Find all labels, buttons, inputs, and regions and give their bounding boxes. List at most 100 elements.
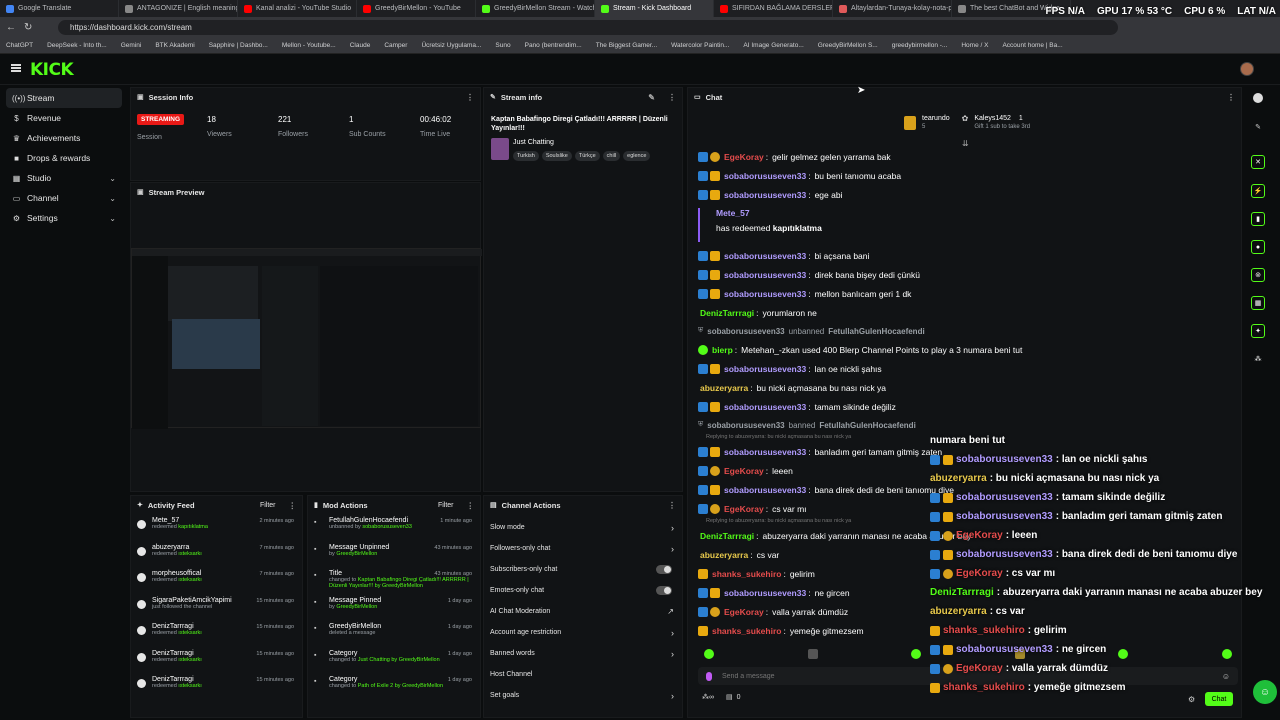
redeem-username[interactable]: Mete_57 — [716, 208, 1238, 218]
browser-tab[interactable]: GreedyBirMellon - YouTube — [357, 0, 476, 17]
activity-item[interactable]: DenizTarrragi redeemed ısteksarkı 15 minut… — [131, 647, 302, 674]
stream-preview-video[interactable] — [131, 248, 482, 429]
calendar-icon[interactable]: ▦ — [1251, 296, 1265, 310]
channel-action-followers-only-chat[interactable]: Followers-only chat › — [484, 538, 682, 559]
channel-action-ai-chat-moderation[interactable]: AI Chat Moderation ↗ — [484, 601, 682, 622]
chat-message[interactable]: sobaborususeven33: tamam sikinde değiliz — [698, 397, 1238, 416]
share-icon[interactable]: ⁂ — [1251, 352, 1265, 366]
chat-username[interactable]: shanks_sukehiro — [712, 569, 781, 579]
chat-message[interactable]: sobaborususeven33: bu beni tanıomu acaba — [698, 166, 1238, 185]
info-icon[interactable] — [1253, 93, 1263, 103]
broadcast-icon[interactable]: ⊚ — [1251, 268, 1265, 282]
external-link-icon[interactable]: ↗ — [667, 607, 674, 616]
sidebar-item-revenue[interactable]: $ Revenue — [6, 108, 122, 128]
chat-message[interactable]: abuzeryarra: bu nicki açmasana bu nası ni… — [698, 378, 1238, 397]
bookmark-item[interactable]: Claude — [350, 42, 371, 49]
chat-username[interactable]: sobaborususeven33 — [724, 588, 806, 598]
emote-icon[interactable] — [911, 649, 922, 659]
mod-username[interactable]: sobaborususeven33 — [707, 421, 784, 430]
stream-tag[interactable]: Turkish — [513, 151, 539, 161]
chat-message[interactable]: sobaborususeven33: mellon banlıcam geri 1… — [698, 284, 1238, 303]
chat-username[interactable]: sobaborususeven33 — [724, 447, 806, 457]
channel-action-emotes-only-chat[interactable]: Emotes-only chat — [484, 580, 682, 601]
mod-username[interactable]: sobaborususeven33 — [707, 327, 784, 336]
user-identity-icon[interactable] — [706, 671, 712, 681]
chat-username[interactable]: shanks_sukehiro — [712, 626, 781, 636]
chat-username[interactable]: sobaborususeven33 — [724, 289, 806, 299]
kick-logo[interactable]: KICK — [30, 60, 74, 80]
channel-action-banned-words[interactable]: Banned words › — [484, 643, 682, 664]
bookmark-item[interactable]: Home / X — [961, 42, 988, 49]
clipboard-icon[interactable]: ▮ — [1251, 212, 1265, 226]
mod-action-item[interactable]: ▪ Message Unpinned by GreedyBirMellon 43 mi… — [308, 541, 480, 568]
browser-tab[interactable]: Google Translate — [0, 0, 119, 17]
chat-username[interactable]: EgeKoray — [724, 152, 764, 162]
lightning-icon[interactable]: ⚡ — [1251, 184, 1265, 198]
kebab-menu-icon[interactable]: ⋮ — [467, 501, 475, 510]
mod-action-item[interactable]: ▪ Message Pinned by GreedyBirMellon 1 day a… — [308, 594, 480, 621]
reload-icon[interactable]: ↻ — [24, 22, 32, 33]
category-thumbnail[interactable] — [491, 138, 509, 160]
channel-action-host-channel[interactable]: Host Channel — [484, 664, 682, 685]
chat-username[interactable]: EgeKoray — [724, 466, 764, 476]
mod-action-item[interactable]: ▪ Category changed to Path of Exile 2 by G… — [308, 673, 480, 700]
chat-message[interactable]: sobaborususeven33: ege abi — [698, 185, 1238, 204]
sidebar-item-drops[interactable]: ■ Drops & rewards — [6, 148, 122, 168]
sidebar-item-stream[interactable]: ((•)) Stream — [6, 88, 122, 108]
chevron-right-icon[interactable]: › — [671, 691, 674, 701]
chevron-right-icon[interactable]: › — [671, 649, 674, 659]
emote-icon[interactable] — [807, 649, 818, 659]
chat-username[interactable]: bierp — [712, 345, 733, 355]
chat-username[interactable]: sobaborususeven33 — [724, 485, 806, 495]
mod-target[interactable]: FetullahGulenHocaefendi — [828, 327, 924, 336]
wrench-icon[interactable]: ✦ — [1251, 324, 1265, 338]
bookmark-item[interactable]: Suno — [495, 42, 510, 49]
activity-item[interactable]: morpheusoffical redeemed ısteksarkı 7 minu… — [131, 567, 302, 594]
address-bar[interactable]: https://dashboard.kick.com/stream — [58, 20, 1118, 35]
chat-username[interactable]: EgeKoray — [724, 504, 764, 514]
browser-tab[interactable]: GreedyBirMellon Stream - Watch — [476, 0, 595, 17]
activity-item[interactable]: DenizTarrragi redeemed ısteksarkı 15 minut… — [131, 673, 302, 700]
chat-username[interactable]: DenizTarrragi — [700, 531, 754, 541]
toggle-switch[interactable] — [656, 565, 672, 574]
bookmark-item[interactable]: The Biggest Gamer... — [596, 42, 657, 49]
expand-icon[interactable]: ✕ — [1251, 155, 1265, 169]
chat-username[interactable]: sobaborususeven33 — [724, 190, 806, 200]
chat-username[interactable]: abuzeryarra — [700, 383, 748, 393]
chat-username[interactable]: sobaborususeven33 — [724, 171, 806, 181]
sidebar-item-settings[interactable]: ⚙ Settings ⌄ — [6, 208, 122, 228]
sidebar-item-achievements[interactable]: ♛ Achievements — [6, 128, 122, 148]
bookmark-item[interactable]: BTK Akademi — [155, 42, 194, 49]
comment-icon[interactable]: ● — [1251, 240, 1265, 254]
filter-button[interactable]: Filter — [260, 502, 276, 509]
bookmark-item[interactable]: greedybirmellon -... — [892, 42, 948, 49]
browser-tab[interactable]: Stream - Kick Dashboard — [595, 0, 714, 17]
chat-username[interactable]: sobaborususeven33 — [724, 402, 806, 412]
stream-tag[interactable]: eglence — [623, 151, 651, 161]
bookmark-item[interactable]: Watercolor Paintin... — [671, 42, 729, 49]
chevron-right-icon[interactable]: › — [671, 628, 674, 638]
chat-message[interactable]: bierp: Metehan_-zkan used 400 Blerp Chann… — [698, 340, 1238, 359]
mod-target[interactable]: FetullahGulenHocaefendi — [819, 421, 915, 430]
activity-item[interactable]: Mete_57 redeemed kapıtıklatma 2 minutes ag… — [131, 514, 302, 541]
chat-username[interactable]: abuzeryarra — [700, 550, 748, 560]
bookmark-item[interactable]: Ücretsiz Uygulama... — [421, 42, 481, 49]
mod-action-item[interactable]: ▪ FetullahGulenHocaefendi unbanned by soba… — [308, 514, 480, 541]
chevron-down-icon[interactable]: ⌄ — [109, 174, 116, 183]
kebab-menu-icon[interactable]: ⋮ — [668, 501, 676, 510]
edit-icon[interactable]: ✎ — [648, 93, 655, 102]
emote-icon[interactable] — [704, 649, 714, 659]
bookmark-item[interactable]: Camper — [384, 42, 407, 49]
kebab-menu-icon[interactable]: ⋮ — [466, 93, 474, 102]
bookmark-item[interactable]: ChatGPT — [6, 42, 33, 49]
back-icon[interactable]: ← — [6, 22, 16, 33]
browser-tab[interactable]: SIFIRDAN BAĞLAMA DERSLERİ 6 — [714, 0, 833, 17]
chat-message[interactable]: EgeKoray: gelir gelmez gelen yarrama bak — [698, 147, 1238, 166]
stream-tag[interactable]: Soulslike — [541, 151, 572, 161]
chat-username[interactable]: sobaborususeven33 — [724, 251, 806, 261]
category-name[interactable]: Just Chatting — [513, 139, 554, 146]
chat-username[interactable]: sobaborususeven33 — [724, 270, 806, 280]
chat-message[interactable]: sobaborususeven33: bi açsana bani — [698, 246, 1238, 265]
kebab-menu-icon[interactable]: ⋮ — [1227, 93, 1235, 102]
bookmark-item[interactable]: AI Image Generato... — [743, 42, 803, 49]
